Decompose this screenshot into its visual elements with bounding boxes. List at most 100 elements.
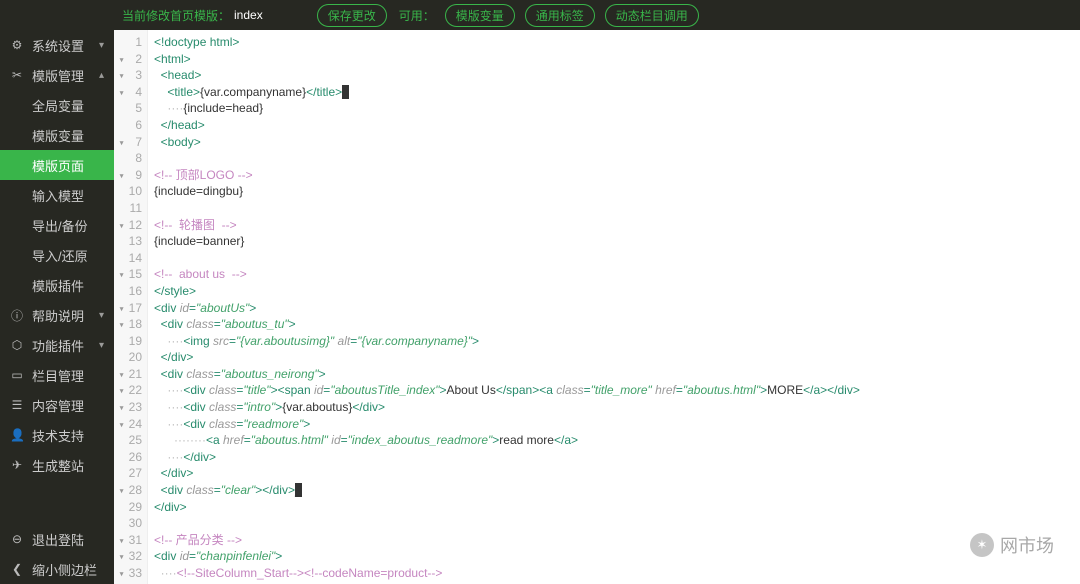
code-line[interactable]: {include=dingbu} bbox=[154, 183, 1080, 200]
line-number: 11 bbox=[114, 200, 145, 217]
code-line[interactable]: <!-- 顶部LOGO --> bbox=[154, 167, 1080, 184]
line-number: 22 bbox=[114, 382, 145, 399]
line-number: 19 bbox=[114, 333, 145, 350]
code-line[interactable]: ····<div class="intro">{var.aboutus}</di… bbox=[154, 399, 1080, 416]
chevron-icon: ▾ bbox=[99, 310, 104, 321]
sidebar-item-label: 退出登陆 bbox=[32, 530, 104, 549]
sidebar-item-label: 导出/备份 bbox=[32, 216, 104, 235]
code-line[interactable] bbox=[154, 200, 1080, 217]
sidebar-icon: ✈ bbox=[10, 458, 24, 472]
sidebar-item-label: 缩小侧边栏 bbox=[32, 560, 104, 579]
line-number: 1 bbox=[114, 34, 145, 51]
sidebar-item-label: 技术支持 bbox=[32, 426, 104, 445]
code-line[interactable]: ····<img src="{var.aboutusimg}" alt="{va… bbox=[154, 333, 1080, 350]
code-line[interactable] bbox=[154, 250, 1080, 267]
line-number: 9 bbox=[114, 167, 145, 184]
sidebar-icon: ✂ bbox=[10, 68, 24, 82]
line-number: 2 bbox=[114, 51, 145, 68]
sidebar-item-label: 模版页面 bbox=[32, 156, 104, 175]
code-line[interactable] bbox=[154, 515, 1080, 532]
sidebar-icon: ❮ bbox=[10, 562, 24, 576]
line-number: 8 bbox=[114, 150, 145, 167]
sidebar-item-5[interactable]: 输入模型 bbox=[0, 180, 114, 210]
sidebar-item-7[interactable]: 导入/还原 bbox=[0, 240, 114, 270]
code-line[interactable]: <div class="aboutus_neirong"> bbox=[154, 366, 1080, 383]
code-line[interactable]: <head> bbox=[154, 67, 1080, 84]
code-line[interactable]: {include=banner} bbox=[154, 233, 1080, 250]
code-line[interactable]: <html> bbox=[154, 51, 1080, 68]
line-number: 29 bbox=[114, 499, 145, 516]
dynamic-column-button[interactable]: 动态栏目调用 bbox=[605, 4, 699, 27]
line-number: 10 bbox=[114, 183, 145, 200]
line-number: 6 bbox=[114, 117, 145, 134]
line-number: 27 bbox=[114, 465, 145, 482]
code-line[interactable]: </div> bbox=[154, 499, 1080, 516]
chevron-icon: ▾ bbox=[99, 340, 104, 351]
code-editor[interactable]: 1234567891011121314151617181920212223242… bbox=[114, 30, 1080, 584]
sidebar-item-14[interactable]: ✈生成整站 bbox=[0, 450, 114, 480]
code-line[interactable]: <!doctype html> bbox=[154, 34, 1080, 51]
sidebar-icon: ⊖ bbox=[10, 532, 24, 546]
sidebar-item-4[interactable]: 模版页面 bbox=[0, 150, 114, 180]
sidebar-item-label: 模版插件 bbox=[32, 276, 104, 295]
code-line[interactable]: <!-- 产品分类 --> bbox=[154, 532, 1080, 549]
line-number: 5 bbox=[114, 100, 145, 117]
code-line[interactable]: ········<a href="aboutus.html" id="index… bbox=[154, 432, 1080, 449]
code-line[interactable]: ····<div class="title"><span id="aboutus… bbox=[154, 382, 1080, 399]
sidebar-icon: ⓘ bbox=[10, 307, 24, 324]
sidebar-item-label: 系统设置 bbox=[32, 36, 91, 55]
sidebar-footer-0[interactable]: ⊖ 退出登陆 bbox=[0, 524, 114, 554]
code-line[interactable]: </div> bbox=[154, 349, 1080, 366]
sidebar-item-10[interactable]: ⬡功能插件▾ bbox=[0, 330, 114, 360]
code-line[interactable]: ····{include=head} bbox=[154, 100, 1080, 117]
line-number: 15 bbox=[114, 266, 145, 283]
template-var-button[interactable]: 模版变量 bbox=[445, 4, 515, 27]
sidebar-item-1[interactable]: ✂模版管理▴ bbox=[0, 60, 114, 90]
code-line[interactable]: <div id="chanpinfenlei"> bbox=[154, 548, 1080, 565]
sidebar-icon: ⬡ bbox=[10, 338, 24, 352]
breadcrumb: 当前修改首页模版： index bbox=[122, 7, 263, 24]
save-button[interactable]: 保存更改 bbox=[317, 4, 387, 27]
wechat-icon: ✶ bbox=[970, 533, 994, 557]
chevron-icon: ▴ bbox=[99, 70, 104, 81]
common-tag-button[interactable]: 通用标签 bbox=[525, 4, 595, 27]
sidebar-item-3[interactable]: 模版变量 bbox=[0, 120, 114, 150]
sidebar-icon: ▭ bbox=[10, 368, 24, 382]
code-line[interactable]: <div class="clear"></div>_ bbox=[154, 482, 1080, 499]
code-line[interactable]: ····</div> bbox=[154, 449, 1080, 466]
code-line[interactable]: <div class="aboutus_tu"> bbox=[154, 316, 1080, 333]
code-line[interactable]: </style> bbox=[154, 283, 1080, 300]
code-line[interactable]: </head> bbox=[154, 117, 1080, 134]
code-line[interactable]: <!-- about us --> bbox=[154, 266, 1080, 283]
sidebar-item-11[interactable]: ▭栏目管理 bbox=[0, 360, 114, 390]
line-number: 12 bbox=[114, 217, 145, 234]
line-number: 25 bbox=[114, 432, 145, 449]
sidebar-item-9[interactable]: ⓘ 帮助说明 ▾ bbox=[0, 300, 114, 330]
code-line[interactable] bbox=[154, 150, 1080, 167]
code-line[interactable]: <div id="aboutUs"> bbox=[154, 300, 1080, 317]
sidebar-item-13[interactable]: 👤 技术支持 bbox=[0, 420, 114, 450]
code-area[interactable]: <!doctype html><html> <head> <title>{var… bbox=[148, 30, 1080, 584]
line-number: 31 bbox=[114, 532, 145, 549]
sidebar-icon: ⚙ bbox=[10, 38, 24, 52]
line-number: 16 bbox=[114, 283, 145, 300]
line-number: 3 bbox=[114, 67, 145, 84]
code-line[interactable]: <title>{var.companyname}</title>_ bbox=[154, 84, 1080, 101]
sidebar-item-8[interactable]: 模版插件 bbox=[0, 270, 114, 300]
sidebar-item-2[interactable]: 全局变量 bbox=[0, 90, 114, 120]
line-number: 24 bbox=[114, 416, 145, 433]
code-line[interactable]: <body> bbox=[154, 134, 1080, 151]
sidebar-icon: 👤 bbox=[10, 428, 24, 442]
sidebar-footer-1[interactable]: ❮ 缩小侧边栏 bbox=[0, 554, 114, 584]
code-line[interactable]: <!-- 轮播图 --> bbox=[154, 217, 1080, 234]
sidebar-item-6[interactable]: 导出/备份 bbox=[0, 210, 114, 240]
crumb-value: index bbox=[234, 8, 263, 22]
code-line[interactable]: ····<!--SiteColumn_Start--><!--codeName=… bbox=[154, 565, 1080, 582]
code-line[interactable]: ····<div class="readmore"> bbox=[154, 416, 1080, 433]
code-line[interactable]: </div> bbox=[154, 465, 1080, 482]
line-number: 18 bbox=[114, 316, 145, 333]
sidebar-item-0[interactable]: ⚙系统设置▾ bbox=[0, 30, 114, 60]
sidebar-item-12[interactable]: ☰内容管理 bbox=[0, 390, 114, 420]
sidebar-item-label: 帮助说明 bbox=[32, 306, 91, 325]
line-number: 21 bbox=[114, 366, 145, 383]
